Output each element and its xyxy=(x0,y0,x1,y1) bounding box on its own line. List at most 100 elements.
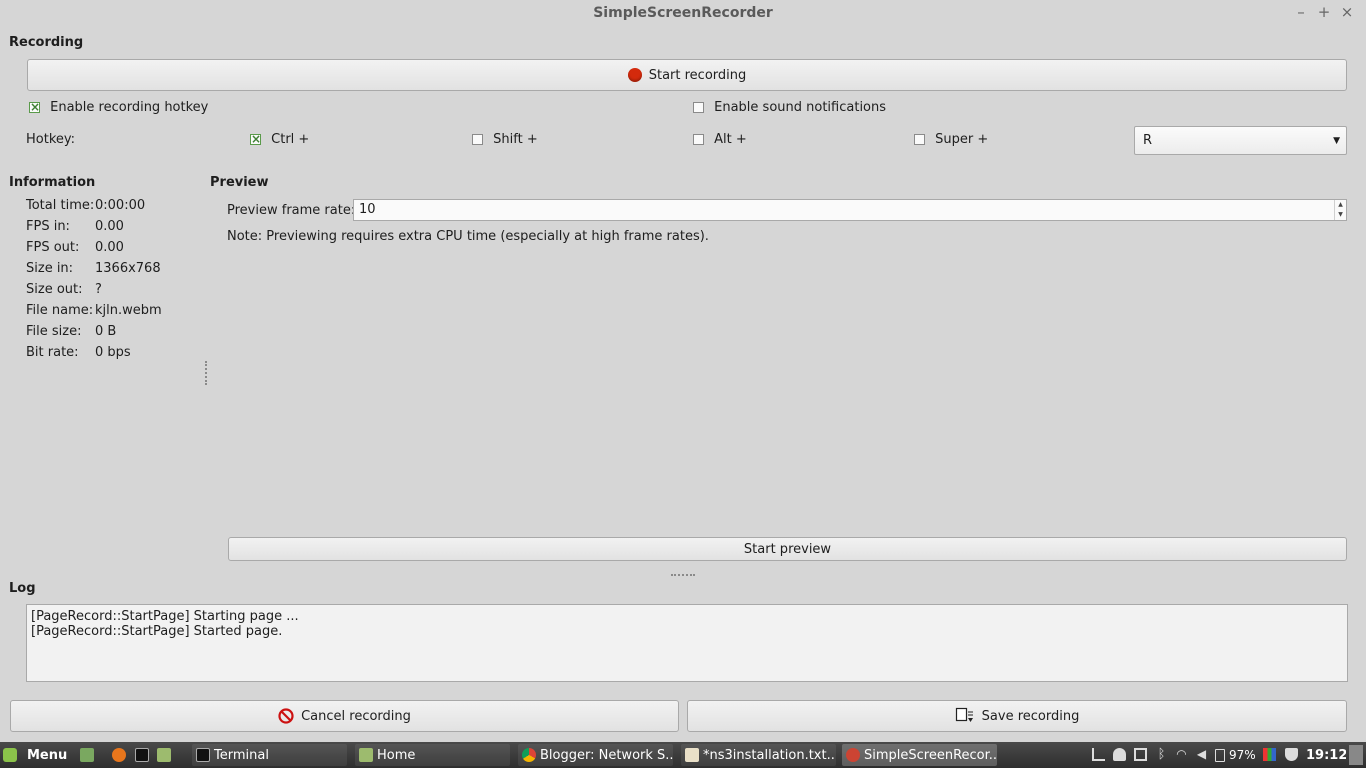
battery-indicator[interactable]: 97% xyxy=(1215,744,1261,766)
alt-modifier-checkbox[interactable]: Alt + xyxy=(693,132,747,147)
wifi-icon[interactable]: ◠ xyxy=(1175,748,1188,761)
fps-out-value: 0.00 xyxy=(95,240,124,255)
enable-hotkey-checkbox[interactable]: Enable recording hotkey xyxy=(29,99,209,115)
window-title: SimpleScreenRecorder xyxy=(593,5,773,21)
preview-section-title: Preview xyxy=(210,175,269,190)
title-bar[interactable]: SimpleScreenRecorder – + × xyxy=(0,0,1366,26)
preview-frame-rate-label: Preview frame rate: xyxy=(227,203,356,218)
cancel-icon xyxy=(278,708,294,724)
start-recording-button[interactable]: Start recording xyxy=(27,59,1347,91)
clock[interactable]: 19:12 xyxy=(1306,744,1346,766)
hotkey-key-value: R xyxy=(1143,133,1153,148)
launcher-files[interactable] xyxy=(157,744,177,766)
launcher-show-desktop[interactable] xyxy=(80,744,100,766)
shield-icon[interactable] xyxy=(1285,748,1298,761)
battery-percent: 97% xyxy=(1229,748,1256,762)
start-preview-button[interactable]: Start preview xyxy=(228,537,1347,561)
sound-notifications-label: Enable sound notifications xyxy=(714,100,887,115)
screen-recorder-tray-icon[interactable] xyxy=(1263,748,1276,761)
volume-icon[interactable]: ◀ xyxy=(1195,748,1208,761)
desktop-icon xyxy=(80,748,94,762)
menu-label: Menu xyxy=(27,747,68,763)
mint-logo-icon xyxy=(3,748,17,762)
ctrl-check-icon xyxy=(250,131,261,147)
shift-check-icon xyxy=(472,134,483,145)
recording-section-title: Recording xyxy=(9,35,84,50)
terminal-icon xyxy=(135,748,149,762)
bit-rate-key: Bit rate: xyxy=(26,345,79,360)
hotkey-key-select[interactable]: R ▼ xyxy=(1134,126,1347,155)
task-label: Blogger: Network S... xyxy=(540,747,673,763)
fps-out-key: FPS out: xyxy=(26,240,80,255)
screen-recorder-icon xyxy=(846,748,860,762)
fps-in-value: 0.00 xyxy=(95,219,124,234)
task-text-editor[interactable]: *ns3installation.txt... xyxy=(681,744,836,766)
shift-label: Shift + xyxy=(493,132,538,147)
preview-frame-rate-value: 10 xyxy=(359,202,376,217)
workspace-switcher-icon[interactable] xyxy=(1349,745,1363,765)
app-window: SimpleScreenRecorder – + × Recording Sta… xyxy=(0,0,1366,742)
size-in-key: Size in: xyxy=(26,261,74,276)
super-modifier-checkbox[interactable]: Super + xyxy=(914,132,988,147)
show-desktop-tray-icon[interactable] xyxy=(1092,748,1105,761)
task-home[interactable]: Home xyxy=(355,744,510,766)
close-button[interactable]: × xyxy=(1338,3,1356,21)
cancel-recording-button[interactable]: Cancel recording xyxy=(10,700,679,732)
shift-modifier-checkbox[interactable]: Shift + xyxy=(472,132,538,147)
file-name-key: File name: xyxy=(26,303,94,318)
bluetooth-icon[interactable]: ᛒ xyxy=(1155,748,1168,761)
bit-rate-value: 0 bps xyxy=(95,345,131,360)
start-menu-button[interactable]: Menu xyxy=(3,744,75,766)
alt-label: Alt + xyxy=(714,132,747,147)
hotkey-label: Hotkey: xyxy=(26,132,76,147)
enable-hotkey-label: Enable recording hotkey xyxy=(50,100,209,115)
update-manager-icon[interactable] xyxy=(1134,748,1147,761)
task-label: SimpleScreenRecor... xyxy=(864,747,997,763)
save-file-icon xyxy=(955,707,973,722)
size-out-value: ? xyxy=(95,282,102,297)
task-label: Home xyxy=(377,747,416,763)
preview-frame-rate-spinbox[interactable]: 10 ▲ ▼ xyxy=(353,199,1347,221)
file-size-value: 0 B xyxy=(95,324,117,339)
size-in-value: 1366x768 xyxy=(95,261,161,276)
spin-arrows-icon[interactable]: ▲ ▼ xyxy=(1334,200,1346,220)
vertical-splitter-handle[interactable] xyxy=(205,361,209,385)
super-check-icon xyxy=(914,134,925,145)
task-simplescreenrecorder[interactable]: SimpleScreenRecor... xyxy=(842,744,997,766)
start-recording-label: Start recording xyxy=(648,67,747,83)
record-icon xyxy=(627,68,642,82)
ctrl-modifier-checkbox[interactable]: Ctrl + xyxy=(250,131,310,147)
log-line: [PageRecord::StartPage] Starting page ..… xyxy=(31,609,299,624)
start-preview-label: Start preview xyxy=(743,541,832,557)
task-label: Terminal xyxy=(214,747,269,763)
folder-icon xyxy=(157,748,171,762)
sound-notifications-checkbox[interactable]: Enable sound notifications xyxy=(693,100,886,115)
launcher-terminal[interactable] xyxy=(135,744,155,766)
task-terminal[interactable]: Terminal xyxy=(192,744,347,766)
log-section-title: Log xyxy=(9,581,36,596)
log-textarea[interactable]: [PageRecord::StartPage] Starting page ..… xyxy=(26,604,1348,682)
cancel-recording-label: Cancel recording xyxy=(301,708,411,724)
taskbar: Menu Terminal Home Blogger: Network S...… xyxy=(0,742,1366,768)
clock-time: 19:12 xyxy=(1306,747,1346,763)
horizontal-splitter-handle[interactable] xyxy=(671,574,695,578)
ctrl-label: Ctrl + xyxy=(271,132,310,147)
alt-check-icon xyxy=(693,134,704,145)
user-icon[interactable] xyxy=(1113,748,1126,761)
super-label: Super + xyxy=(935,132,989,147)
sound-notifications-check-icon xyxy=(693,102,704,113)
maximize-button[interactable]: + xyxy=(1315,3,1333,21)
minimize-button[interactable]: – xyxy=(1292,3,1310,21)
total-time-key: Total time: xyxy=(26,198,95,213)
launcher-firefox[interactable] xyxy=(112,744,132,766)
log-line: [PageRecord::StartPage] Started page. xyxy=(31,624,283,639)
task-label: *ns3installation.txt... xyxy=(703,747,836,763)
save-recording-button[interactable]: Save recording xyxy=(687,700,1347,732)
save-recording-label: Save recording xyxy=(981,708,1080,724)
task-chrome-blogger[interactable]: Blogger: Network S... xyxy=(518,744,673,766)
chrome-icon xyxy=(522,748,536,762)
file-name-value: kjln.webm xyxy=(95,303,162,318)
firefox-icon xyxy=(112,748,126,762)
information-section-title: Information xyxy=(9,175,96,190)
terminal-icon xyxy=(196,748,210,762)
